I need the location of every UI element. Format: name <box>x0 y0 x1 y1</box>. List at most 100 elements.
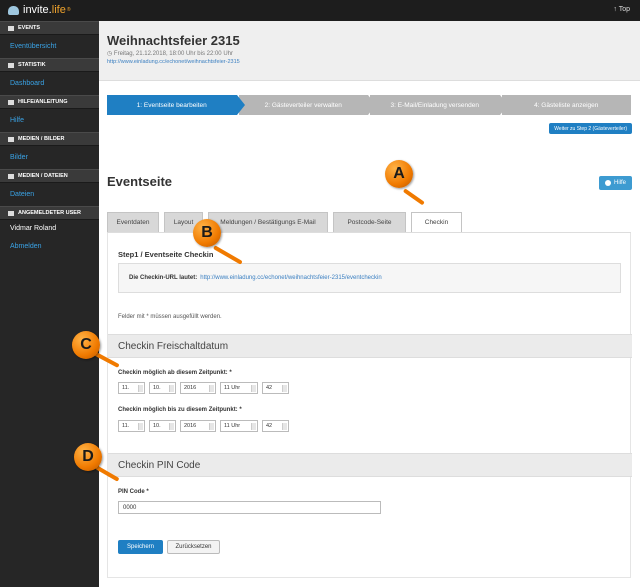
sidebar-item-bilder[interactable]: Bilder <box>0 146 99 169</box>
image-icon <box>8 136 14 142</box>
main-content: Weihnachtsfeier 2315 ◷ Freitag, 21.12.20… <box>99 21 640 587</box>
sidebar-item-dashboard[interactable]: Dashboard <box>0 72 99 95</box>
from-label: Checkin möglich ab diesem Zeitpunkt: * <box>118 370 232 376</box>
wizard-step-2[interactable]: 2: Gästeverteiler verwalten <box>238 95 376 115</box>
to-minute-select[interactable]: 42 <box>262 420 289 432</box>
help-button[interactable]: Hilfe <box>598 176 632 190</box>
sidebar-head-dateien: MEDIEN / DATEIEN <box>0 169 99 183</box>
select-value: 11. <box>122 385 130 391</box>
sidebar: EVENTS Eventübersicht STATISTIK Dashboar… <box>0 21 99 587</box>
logout-link[interactable]: Abmelden <box>0 237 99 256</box>
app-logo[interactable]: invite. life ® <box>8 4 71 16</box>
step-title: Step1 / Eventseite Checkin <box>118 250 214 259</box>
grid-icon <box>8 25 14 31</box>
wizard-steps: 1: Eventseite bearbeiten 2: Gästeverteil… <box>107 95 633 115</box>
from-minute-select[interactable]: 42 <box>262 382 289 394</box>
select-value: 2016 <box>184 385 197 391</box>
select-value: 42 <box>266 423 273 429</box>
to-month-select[interactable]: 10. <box>149 420 176 432</box>
from-year-select[interactable]: 2016 <box>180 382 216 394</box>
wizard-step-1[interactable]: 1: Eventseite bearbeiten <box>107 95 244 115</box>
chevron-down-icon <box>209 423 214 430</box>
wizard-step-3[interactable]: 3: E-Mail/Einladung versenden <box>370 95 507 115</box>
folder-icon <box>8 173 14 179</box>
cloud-icon <box>8 5 19 15</box>
top-link-label: Top <box>618 6 630 13</box>
top-bar: invite. life ® ↑ Top <box>0 0 640 21</box>
pin-code-input[interactable]: 0000 <box>118 501 381 514</box>
checkin-url-label: Die Checkin-URL lautet: <box>129 275 198 281</box>
sidebar-head-label: MEDIEN / BILDER <box>18 136 65 142</box>
tab-meldungen[interactable]: Meldungen / Bestätigungs E-Mail <box>208 212 328 232</box>
page-title: Eventseite <box>107 174 173 189</box>
to-day-select[interactable]: 11. <box>118 420 145 432</box>
chevron-down-icon <box>282 385 287 392</box>
select-value: 11. <box>122 423 130 429</box>
event-date: ◷ Freitag, 21.12.2018, 18:00 Uhr bis 22:… <box>107 51 233 57</box>
chevron-down-icon <box>209 385 214 392</box>
user-icon <box>8 210 14 216</box>
select-value: 11 Uhr <box>224 423 241 429</box>
tab-checkin[interactable]: Checkin <box>411 212 462 232</box>
info-icon <box>8 99 14 105</box>
to-year-select[interactable]: 2016 <box>180 420 216 432</box>
to-hour-select[interactable]: 11 Uhr <box>220 420 258 432</box>
checkin-panel: Step1 / Eventseite Checkin Die Checkin-U… <box>107 233 632 578</box>
event-date-text: Freitag, 21.12.2018, 18:00 Uhr bis 22:00… <box>113 51 233 57</box>
select-value: 42 <box>266 385 273 391</box>
logo-text-life: life <box>51 4 66 16</box>
logo-badge: ® <box>66 7 71 13</box>
chevron-down-icon <box>251 385 256 392</box>
marker-d: D <box>74 443 102 471</box>
sidebar-head-events: EVENTS <box>0 21 99 35</box>
question-icon <box>604 180 611 186</box>
wizard-step-4[interactable]: 4: Gästeliste anzeigen <box>501 95 631 115</box>
chevron-down-icon <box>282 423 287 430</box>
required-note: Felder mit * müssen ausgefüllt werden. <box>118 314 222 320</box>
logo-text: invite. <box>23 4 52 16</box>
event-title: Weihnachtsfeier 2315 <box>107 33 240 48</box>
sidebar-head-user: ANGEMELDETER USER <box>0 206 99 220</box>
tab-eventdaten[interactable]: Eventdaten <box>107 212 159 232</box>
from-hour-select[interactable]: 11 Uhr <box>220 382 258 394</box>
sidebar-item-hilfe[interactable]: Hilfe <box>0 109 99 132</box>
event-url-link[interactable]: http://www.einladung.cc/echonet/weihnach… <box>107 59 240 65</box>
from-datetime: 11. 10. 2016 11 Uhr 42 <box>118 382 293 394</box>
checkin-url-box: Die Checkin-URL lautet: http://www.einla… <box>118 263 621 293</box>
reset-button[interactable]: Zurücksetzen <box>167 540 220 554</box>
from-month-select[interactable]: 10. <box>149 382 176 394</box>
tab-postcode[interactable]: Postcode-Seite <box>333 212 406 232</box>
user-name: Vidmar Roland <box>10 225 57 232</box>
help-button-label: Hilfe <box>613 180 626 186</box>
tab-bar: Eventdaten Layout Meldungen / Bestätigun… <box>107 212 467 232</box>
sidebar-item-dateien[interactable]: Dateien <box>0 183 99 206</box>
chevron-down-icon <box>251 423 256 430</box>
sidebar-head-label: HILFE/ANLEITUNG <box>18 99 68 105</box>
sidebar-head-label: MEDIEN / DATEIEN <box>18 173 68 179</box>
sidebar-head-hilfe: HILFE/ANLEITUNG <box>0 95 99 109</box>
select-value: 10. <box>153 423 161 429</box>
marker-b: B <box>193 219 221 247</box>
select-value: 10. <box>153 385 161 391</box>
from-day-select[interactable]: 11. <box>118 382 145 394</box>
chevron-down-icon <box>138 385 143 392</box>
to-datetime: 11. 10. 2016 11 Uhr 42 <box>118 420 293 432</box>
marker-c: C <box>72 331 100 359</box>
sidebar-head-statistik: STATISTIK <box>0 58 99 72</box>
chevron-down-icon <box>138 423 143 430</box>
event-header: Weihnachtsfeier 2315 ◷ Freitag, 21.12.20… <box>99 21 640 81</box>
sidebar-head-label: STATISTIK <box>18 62 46 68</box>
sidebar-item-eventuebersicht[interactable]: Eventübersicht <box>0 35 99 58</box>
checkin-url-link[interactable]: http://www.einladung.cc/echonet/weihnach… <box>200 275 381 281</box>
next-step-button[interactable]: Weiter zu Step 2 (Gästeverteiler) <box>549 123 632 134</box>
marker-a: A <box>385 160 413 188</box>
section-freischaltdatum: Checkin Freischaltdatum <box>108 334 632 358</box>
to-label: Checkin möglich bis zu diesem Zeitpunkt:… <box>118 407 242 413</box>
top-link[interactable]: ↑ Top <box>613 6 630 13</box>
sidebar-head-label: EVENTS <box>18 25 41 31</box>
sidebar-head-label: ANGEMELDETER USER <box>18 210 81 216</box>
pin-label: PIN Code * <box>118 489 149 495</box>
select-value: 2016 <box>184 423 197 429</box>
save-button[interactable]: Speichern <box>118 540 163 554</box>
section-pin-code: Checkin PIN Code <box>108 453 632 477</box>
